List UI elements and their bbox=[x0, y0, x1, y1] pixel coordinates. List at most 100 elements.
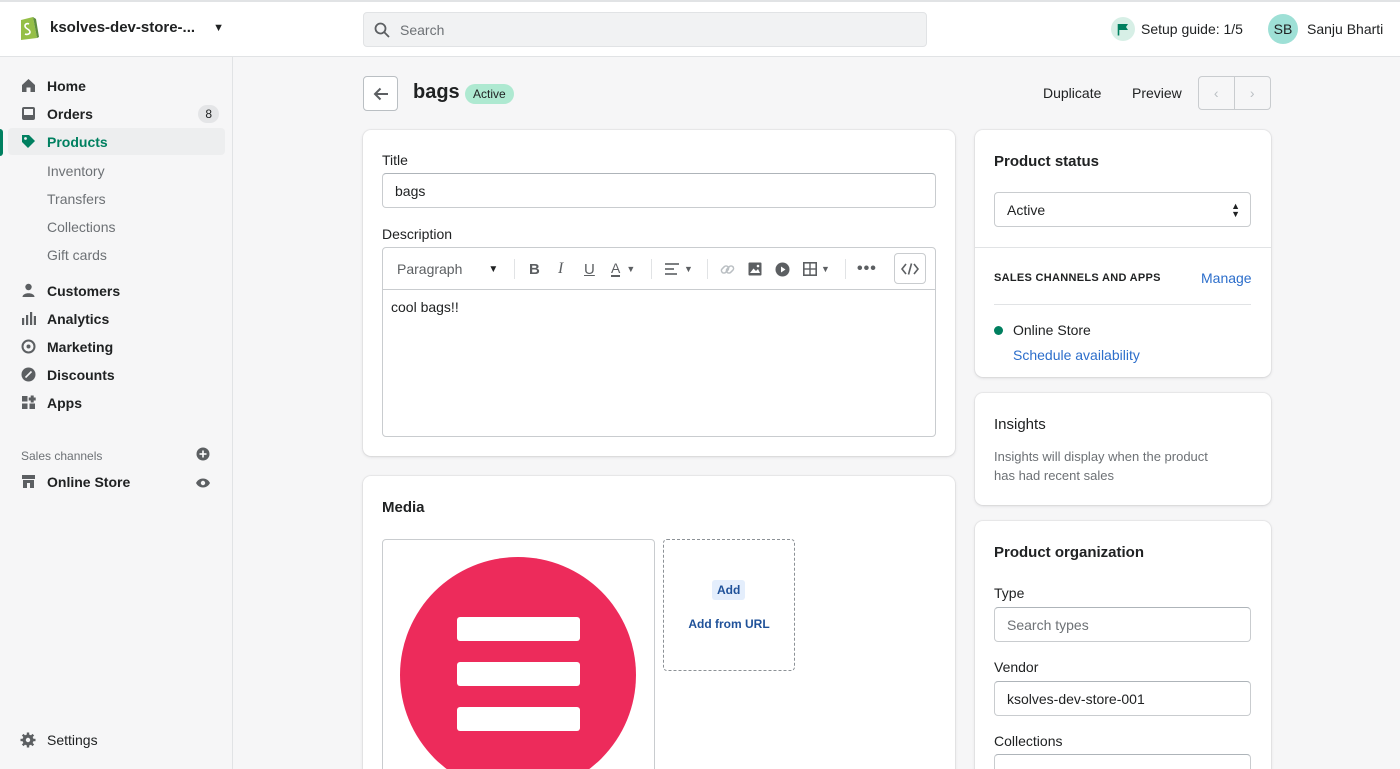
avatar: SB bbox=[1268, 14, 1298, 44]
description-label: Description bbox=[382, 226, 453, 242]
paragraph-select[interactable]: Paragraph ▼ bbox=[397, 248, 498, 290]
sidebar-item-marketing[interactable]: Marketing bbox=[8, 333, 225, 360]
text-color-icon[interactable]: A ▼ bbox=[611, 248, 635, 290]
schedule-availability-link[interactable]: Schedule availability bbox=[1013, 347, 1140, 363]
sidebar-item-discounts[interactable]: Discounts bbox=[8, 361, 225, 388]
status-select[interactable]: Active ▲ ▼ bbox=[994, 192, 1251, 227]
show-html-button[interactable] bbox=[894, 253, 926, 284]
channel-name: Online Store bbox=[1013, 322, 1091, 338]
sidebar-item-apps[interactable]: Apps bbox=[8, 389, 225, 416]
setup-guide-label: Setup guide: 1/5 bbox=[1141, 21, 1243, 37]
collections-input[interactable] bbox=[994, 754, 1251, 769]
setup-guide-button[interactable]: Setup guide: 1/5 bbox=[1111, 17, 1243, 41]
insights-text-line1: Insights will display when the product bbox=[994, 449, 1208, 464]
discount-icon bbox=[20, 367, 36, 383]
select-arrows-icon: ▲ ▼ bbox=[1231, 201, 1240, 219]
media-dropzone[interactable]: Add Add from URL bbox=[663, 539, 795, 671]
sidebar-item-label: Settings bbox=[47, 731, 98, 748]
sidebar-item-label: Discounts bbox=[47, 366, 115, 383]
type-label: Type bbox=[994, 585, 1025, 601]
sidebar-item-settings[interactable]: Settings bbox=[8, 726, 225, 753]
toolbar-divider bbox=[651, 259, 652, 279]
page-title: bags bbox=[413, 81, 460, 103]
insights-title: Insights bbox=[994, 416, 1046, 433]
pagination: ‹ › bbox=[1198, 76, 1271, 110]
search-bar[interactable] bbox=[363, 12, 927, 47]
sidebar-item-label: Apps bbox=[47, 394, 82, 411]
sidebar-item-online-store[interactable]: Online Store bbox=[8, 468, 225, 495]
underline-icon[interactable]: U bbox=[584, 248, 595, 290]
chevron-right-icon: › bbox=[1249, 85, 1255, 101]
caret-down-icon: ▼ bbox=[488, 263, 499, 275]
eye-icon[interactable] bbox=[195, 477, 211, 489]
sidebar-item-analytics[interactable]: Analytics bbox=[8, 305, 225, 332]
video-icon[interactable] bbox=[775, 248, 790, 290]
store-name: ksolves-dev-store-... bbox=[50, 19, 196, 36]
sidebar-item-orders[interactable]: Orders 8 bbox=[8, 100, 225, 127]
sidebar-item-label: Marketing bbox=[47, 338, 114, 355]
sidebar-item-customers[interactable]: Customers bbox=[8, 277, 225, 304]
paragraph-select-label: Paragraph bbox=[397, 261, 463, 277]
status-select-value: Active bbox=[1007, 201, 1046, 218]
shopify-logo-icon bbox=[21, 17, 39, 40]
flag-icon bbox=[1111, 17, 1135, 41]
table-icon[interactable]: ▼ bbox=[803, 248, 830, 290]
add-media-button[interactable]: Add bbox=[712, 580, 746, 600]
add-channel-plus-icon[interactable] bbox=[196, 447, 210, 461]
chevron-left-icon: ‹ bbox=[1213, 85, 1219, 101]
arrow-left-icon bbox=[373, 87, 388, 100]
sidebar-item-products[interactable]: Products bbox=[8, 128, 225, 155]
product-organization-card: Product organization Type Vendor Collect… bbox=[975, 521, 1271, 769]
online-status-dot bbox=[994, 326, 1003, 335]
italic-icon[interactable]: I bbox=[558, 248, 563, 290]
title-input[interactable] bbox=[382, 173, 936, 208]
more-options-icon[interactable]: ••• bbox=[857, 248, 877, 290]
next-button[interactable]: › bbox=[1235, 77, 1271, 109]
top-bar: ksolves-dev-store-... ▼ Setup guide: 1/5… bbox=[0, 0, 1400, 57]
type-input[interactable] bbox=[994, 607, 1251, 642]
store-icon bbox=[20, 474, 36, 490]
sidebar-item-label: Analytics bbox=[47, 310, 110, 327]
user-name: Sanju Bharti bbox=[1307, 21, 1384, 37]
insights-card: Insights Insights will display when the … bbox=[975, 393, 1271, 505]
sidebar-item-label: Home bbox=[47, 77, 86, 94]
description-text[interactable]: cool bags!! bbox=[383, 290, 935, 324]
previous-button[interactable]: ‹ bbox=[1199, 77, 1235, 109]
media-thumbnail[interactable] bbox=[382, 539, 655, 769]
add-from-url-link[interactable]: Add from URL bbox=[664, 617, 794, 631]
bar-chart-icon bbox=[20, 311, 36, 327]
back-button[interactable] bbox=[363, 76, 398, 111]
sidebar-subitem-transfers[interactable]: Transfers bbox=[47, 191, 106, 207]
orders-icon bbox=[20, 106, 36, 122]
image-icon[interactable] bbox=[748, 248, 762, 290]
title-label: Title bbox=[382, 152, 408, 168]
sidebar-subitem-collections[interactable]: Collections bbox=[47, 219, 115, 235]
code-icon bbox=[901, 262, 919, 275]
sidebar-item-label: Orders bbox=[47, 105, 93, 122]
search-input[interactable] bbox=[400, 21, 880, 38]
editor-toolbar: Paragraph ▼ B I U A ▼ ▼ ▼ ••• bbox=[383, 248, 935, 290]
status-badge: Active bbox=[465, 84, 514, 104]
preview-button[interactable]: Preview bbox=[1132, 85, 1182, 101]
sidebar-subitem-inventory[interactable]: Inventory bbox=[47, 163, 105, 179]
user-menu[interactable]: SB Sanju Bharti bbox=[1268, 14, 1383, 44]
sidebar-item-home[interactable]: Home bbox=[8, 72, 225, 99]
bold-icon[interactable]: B bbox=[529, 248, 540, 290]
person-icon bbox=[20, 283, 36, 299]
toolbar-divider bbox=[707, 259, 708, 279]
home-icon bbox=[20, 78, 36, 94]
sidebar-item-label: Customers bbox=[47, 282, 121, 299]
sidebar-item-label: Online Store bbox=[47, 473, 131, 490]
media-card: Media Add Add from URL bbox=[363, 476, 955, 769]
sales-channels-heading: Sales channels bbox=[21, 449, 103, 463]
link-icon[interactable] bbox=[720, 248, 735, 290]
marketing-icon bbox=[20, 339, 36, 355]
align-icon[interactable]: ▼ bbox=[665, 248, 693, 290]
vendor-input[interactable] bbox=[994, 681, 1251, 716]
vendor-label: Vendor bbox=[994, 659, 1039, 675]
manage-link[interactable]: Manage bbox=[1201, 270, 1252, 286]
sidebar-subitem-gift-cards[interactable]: Gift cards bbox=[47, 247, 107, 263]
apps-icon bbox=[20, 395, 36, 411]
store-switcher[interactable]: ksolves-dev-store-... ▼ bbox=[18, 14, 224, 41]
duplicate-button[interactable]: Duplicate bbox=[1043, 85, 1101, 101]
